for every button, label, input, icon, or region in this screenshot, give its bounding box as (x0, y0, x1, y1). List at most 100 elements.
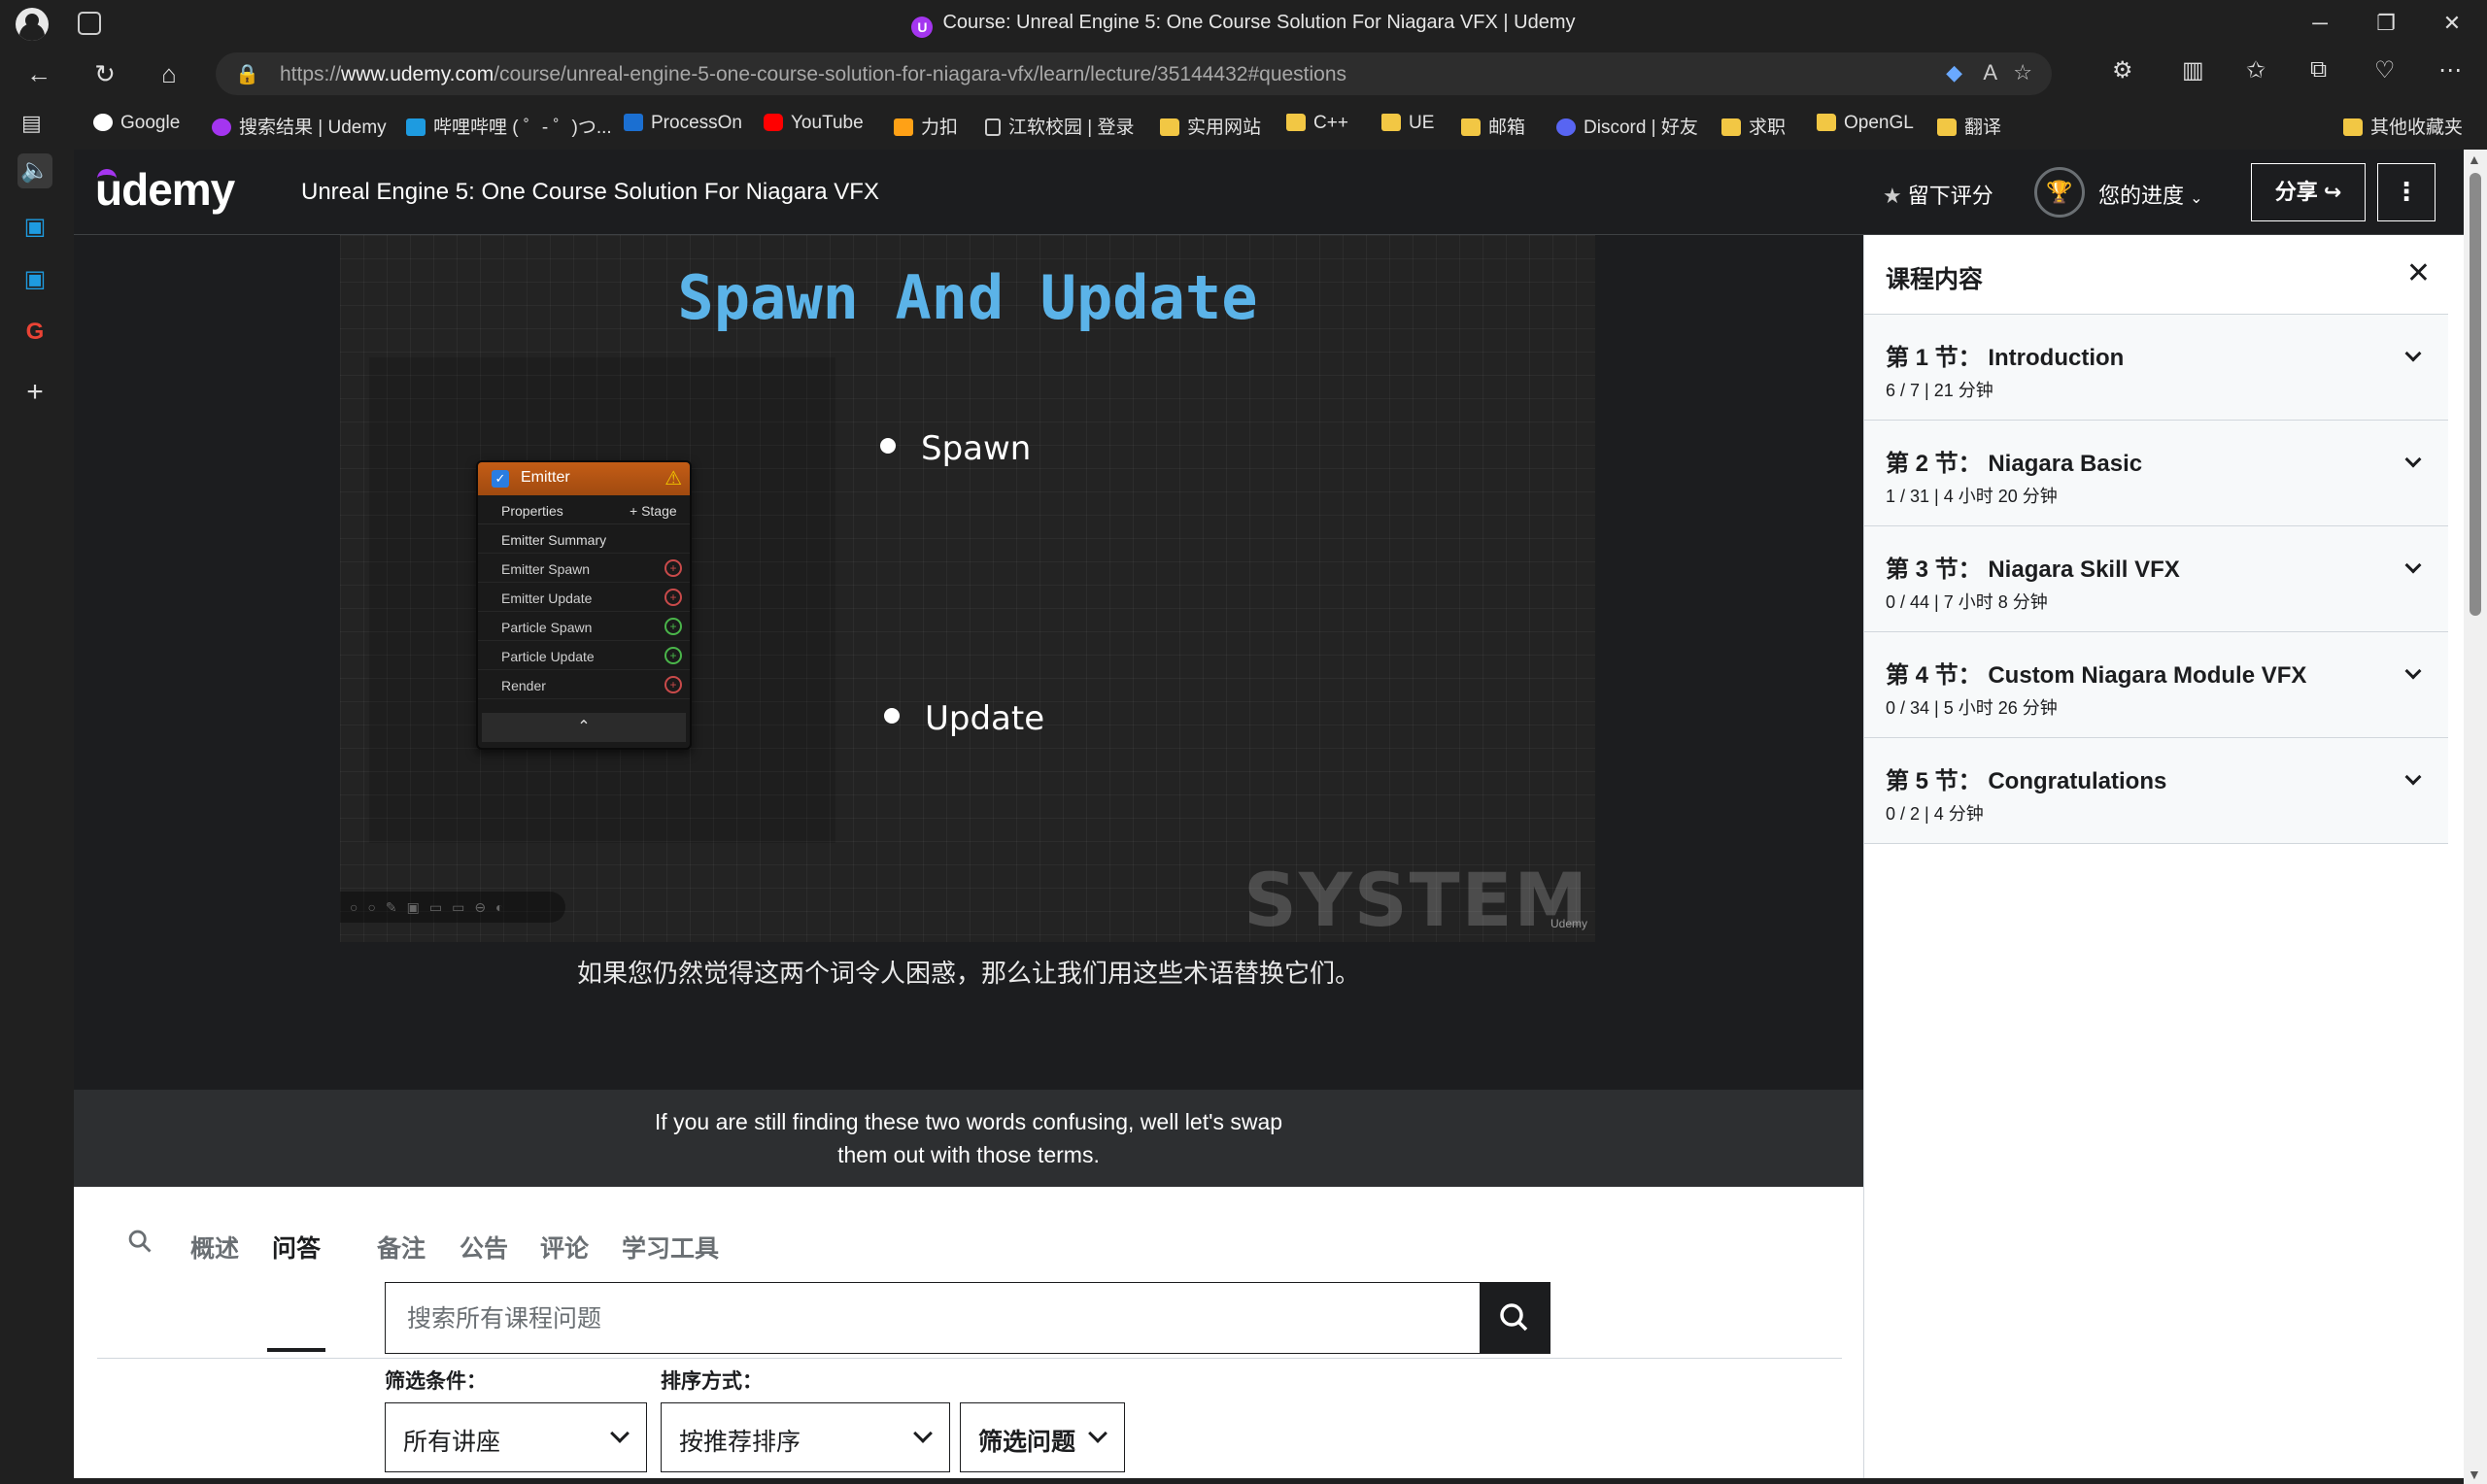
chevron-down-icon (2404, 451, 2422, 468)
bullet-dot-icon (884, 708, 900, 724)
page-scrollbar[interactable]: ▲ ▼ (2464, 150, 2487, 1484)
plus-circle-icon: + (664, 647, 682, 664)
url-bar[interactable]: 🔒 https://www.udemy.com/course/unreal-en… (216, 52, 2052, 95)
section-2[interactable]: 第 2 节： Niagara Basic 1 / 31 | 4 小时 20 分钟 (1864, 421, 2448, 526)
bookmark-discord[interactable]: Discord | 好友 (1556, 113, 1698, 139)
bookmark-udemy[interactable]: 搜索结果 | Udemy (212, 113, 387, 139)
bilibili-tab-icon-2[interactable]: ▣ (17, 262, 52, 297)
tab-announcements[interactable]: 公告 (460, 1230, 508, 1265)
chevron-down-icon (2404, 662, 2422, 680)
bookmark-folder-other[interactable]: 其他收藏夹 (2343, 113, 2463, 139)
filter-questions-button[interactable]: 筛选问题 (960, 1402, 1125, 1472)
bookmark-folder-jobs[interactable]: 求职 (1721, 113, 1786, 139)
restore-button[interactable]: ❐ (2367, 10, 2405, 37)
close-sidebar-icon[interactable]: ✕ (2406, 256, 2431, 290)
qa-search-input[interactable] (386, 1283, 1483, 1353)
back-button[interactable]: ← (19, 56, 58, 91)
udemy-page: udemy Unreal Engine 5: One Course Soluti… (74, 150, 2464, 1478)
plus-circle-icon: + (664, 559, 682, 577)
bookmark-google[interactable]: Google (93, 113, 180, 134)
folder-icon (1817, 114, 1836, 131)
favorite-star-icon[interactable]: ☆ (2013, 60, 2032, 85)
bookmark-bilibili[interactable]: 哔哩哔哩 ( ゜- ゜)つ... (406, 113, 612, 139)
section-5[interactable]: 第 5 节： Congratulations 0 / 2 | 4 分钟 (1864, 738, 2448, 844)
speaker-icon[interactable]: 🔈 (17, 153, 52, 188)
favorites-icon[interactable]: ✩ (2246, 56, 2266, 84)
sidebar-toggle-icon[interactable]: ▤ (21, 111, 42, 136)
udemy-logo[interactable]: udemy (95, 163, 235, 216)
bookmark-folder-cpp[interactable]: C++ (1286, 113, 1348, 134)
bookmark-processon[interactable]: ProcessOn (624, 113, 742, 134)
tab-overview[interactable]: 概述 (190, 1230, 239, 1265)
scroll-up-icon[interactable]: ▲ (2468, 152, 2481, 167)
chevron-down-icon (1088, 1424, 1107, 1443)
node-row: Emitter Spawn + (478, 554, 690, 583)
coupon-icon[interactable]: ◆ (1946, 60, 1962, 85)
caption-line-2: them out with those terms. (837, 1142, 1100, 1167)
bookmark-leetcode[interactable]: 力扣 (894, 113, 958, 139)
home-button[interactable]: ⌂ (150, 56, 188, 91)
bookmark-folder-opengl[interactable]: OpenGL (1817, 113, 1914, 134)
bookmark-folder-translate[interactable]: 翻译 (1937, 113, 2001, 139)
refresh-button[interactable]: ↻ (85, 56, 124, 91)
node-row: Render + (478, 670, 690, 699)
section-meta: 1 / 31 | 4 小时 20 分钟 (1886, 487, 2058, 506)
section-title: 第 2 节： Niagara Basic (1886, 451, 2143, 477)
leave-rating-button[interactable]: ★ 留下评分 (1883, 179, 1993, 210)
section-title: 第 3 节： Niagara Skill VFX (1886, 556, 2180, 583)
bookmark-folder-mail[interactable]: 邮箱 (1461, 113, 1525, 139)
browser-essentials-icon[interactable]: ♡ (2374, 56, 2396, 84)
google-tab-icon[interactable]: G (17, 315, 52, 350)
add-tab-icon[interactable]: + (17, 375, 52, 410)
share-button[interactable]: 分享 ↪ (2251, 163, 2366, 221)
checkbox-icon: ✓ (492, 470, 509, 488)
minimize-button[interactable]: ─ (2300, 10, 2339, 37)
split-screen-icon[interactable]: ▥ (2182, 56, 2204, 84)
english-caption: If you are still finding these two words… (74, 1090, 1863, 1187)
read-aloud-icon[interactable]: A (1983, 60, 1997, 85)
extensions-icon[interactable]: ⚙ (2112, 56, 2133, 84)
sort-select[interactable]: 按推荐排序 (661, 1402, 950, 1472)
tab-qa[interactable]: 问答 (272, 1230, 321, 1265)
video-frame[interactable]: Spawn And Update ✓ Emitter ⚠ Properties + S… (340, 235, 1595, 943)
chevron-down-icon (610, 1424, 630, 1443)
lecture-filter-select[interactable]: 所有讲座 (385, 1402, 647, 1472)
scrollbar-thumb[interactable] (2470, 173, 2481, 616)
section-1[interactable]: 第 1 节： Introduction 6 / 7 | 21 分钟 (1864, 315, 2448, 421)
bilibili-tab-icon[interactable]: ▣ (17, 210, 52, 245)
bookmarks-bar: ▤ Google 搜索结果 | Udemy 哔哩哔哩 ( ゜- ゜)つ... P… (0, 101, 2487, 148)
bullet-dot-icon (880, 438, 896, 454)
section-title: 第 4 节： Custom Niagara Module VFX (1886, 662, 2307, 689)
search-icon[interactable] (126, 1228, 153, 1255)
udemy-icon (212, 118, 231, 136)
bookmark-folder-ue[interactable]: UE (1381, 113, 1434, 134)
video-player[interactable]: Spawn And Update ✓ Emitter ⚠ Properties + S… (74, 235, 1863, 1090)
bookmark-folder-useful[interactable]: 实用网站 (1160, 113, 1261, 139)
processon-icon (624, 114, 643, 131)
more-options-button[interactable]: ⋮ (2377, 163, 2436, 221)
bullet-update: Update (884, 699, 1044, 738)
bookmark-youtube[interactable]: YouTube (764, 113, 864, 134)
active-tab-underline (267, 1348, 325, 1352)
scroll-down-icon[interactable]: ▼ (2468, 1467, 2481, 1482)
bookmark-campus[interactable]: 江软校园 | 登录 (985, 113, 1135, 139)
trophy-icon: 🏆 (2034, 167, 2085, 218)
course-content-sidebar: 课程内容 ✕ 第 1 节： Introduction 6 / 7 | 21 分钟 … (1863, 235, 2448, 1478)
node-row: Emitter Update + (478, 583, 690, 612)
url-text[interactable]: https://www.udemy.com/course/unreal-engi… (280, 63, 1346, 86)
folder-icon (1721, 118, 1741, 136)
course-title[interactable]: Unreal Engine 5: One Course Solution For… (301, 179, 879, 206)
collections-icon[interactable]: ⧉ (2310, 56, 2327, 84)
tab-notes[interactable]: 备注 (377, 1230, 426, 1265)
settings-menu-icon[interactable]: ⋯ (2438, 56, 2462, 84)
section-3[interactable]: 第 3 节： Niagara Skill VFX 0 / 44 | 7 小时 8 … (1864, 526, 2448, 632)
lock-icon[interactable]: 🔒 (235, 62, 259, 86)
qa-search-button[interactable] (1480, 1283, 1550, 1353)
tab-reviews[interactable]: 评论 (540, 1230, 589, 1265)
tab-learning-tools[interactable]: 学习工具 (622, 1230, 719, 1265)
emitter-summary-row: Emitter Summary (478, 524, 690, 554)
close-window-button[interactable]: ✕ (2433, 10, 2471, 37)
udemy-favicon-icon: U (911, 17, 934, 38)
udemy-watermark: Udemy (1550, 917, 1587, 930)
section-4[interactable]: 第 4 节： Custom Niagara Module VFX 0 / 34 |… (1864, 632, 2448, 738)
